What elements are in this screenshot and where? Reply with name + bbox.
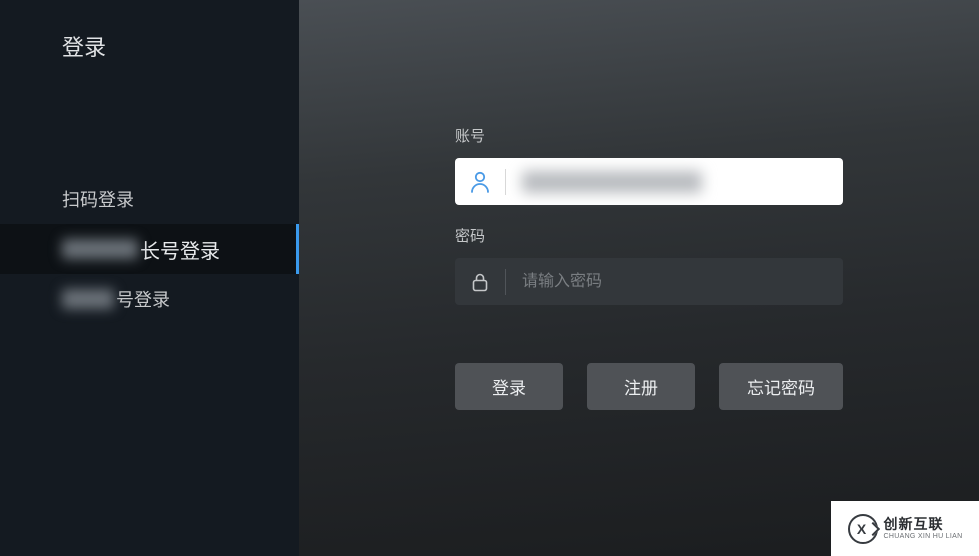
account-field-group: 账号 — [455, 125, 979, 205]
sidebar-item-alt-login[interactable]: 号登录 — [0, 274, 299, 324]
blurred-text — [522, 171, 702, 193]
sidebar-item-label: 号登录 — [116, 286, 170, 312]
sidebar-items: 扫码登录 长号登录 号登录 — [0, 174, 299, 324]
forgot-password-button[interactable]: 忘记密码 — [719, 363, 843, 410]
account-input-wrapper[interactable] — [455, 158, 843, 205]
password-label: 密码 — [455, 225, 979, 246]
sidebar-item-label: 扫码登录 — [62, 186, 134, 212]
blurred-text — [62, 289, 114, 309]
main-content: 账号 密码 — [299, 0, 979, 556]
watermark-text: 创新互联 CHUANG XIN HU LIAN — [884, 516, 963, 540]
watermark-logo-icon: X — [848, 514, 878, 544]
sidebar-item-qr-login[interactable]: 扫码登录 — [0, 174, 299, 224]
watermark-en: CHUANG XIN HU LIAN — [884, 533, 963, 541]
sidebar-title: 登录 — [0, 0, 299, 62]
account-value-blurred[interactable] — [506, 158, 843, 205]
password-input[interactable] — [506, 258, 843, 305]
user-icon — [455, 158, 505, 205]
sidebar-item-account-login[interactable]: 长号登录 — [0, 224, 299, 274]
password-field-group: 密码 — [455, 225, 979, 305]
watermark-cn: 创新互联 — [884, 516, 963, 532]
watermark: X 创新互联 CHUANG XIN HU LIAN — [831, 501, 979, 556]
app-container: 登录 扫码登录 长号登录 号登录 账号 — [0, 0, 979, 556]
sidebar-item-label: 长号登录 — [140, 235, 220, 264]
blurred-text — [62, 239, 138, 259]
account-label: 账号 — [455, 125, 979, 146]
lock-icon — [455, 258, 505, 305]
login-button[interactable]: 登录 — [455, 363, 563, 410]
button-row: 登录 注册 忘记密码 — [455, 363, 979, 410]
register-button[interactable]: 注册 — [587, 363, 695, 410]
sidebar: 登录 扫码登录 长号登录 号登录 — [0, 0, 299, 556]
password-input-wrapper[interactable] — [455, 258, 843, 305]
